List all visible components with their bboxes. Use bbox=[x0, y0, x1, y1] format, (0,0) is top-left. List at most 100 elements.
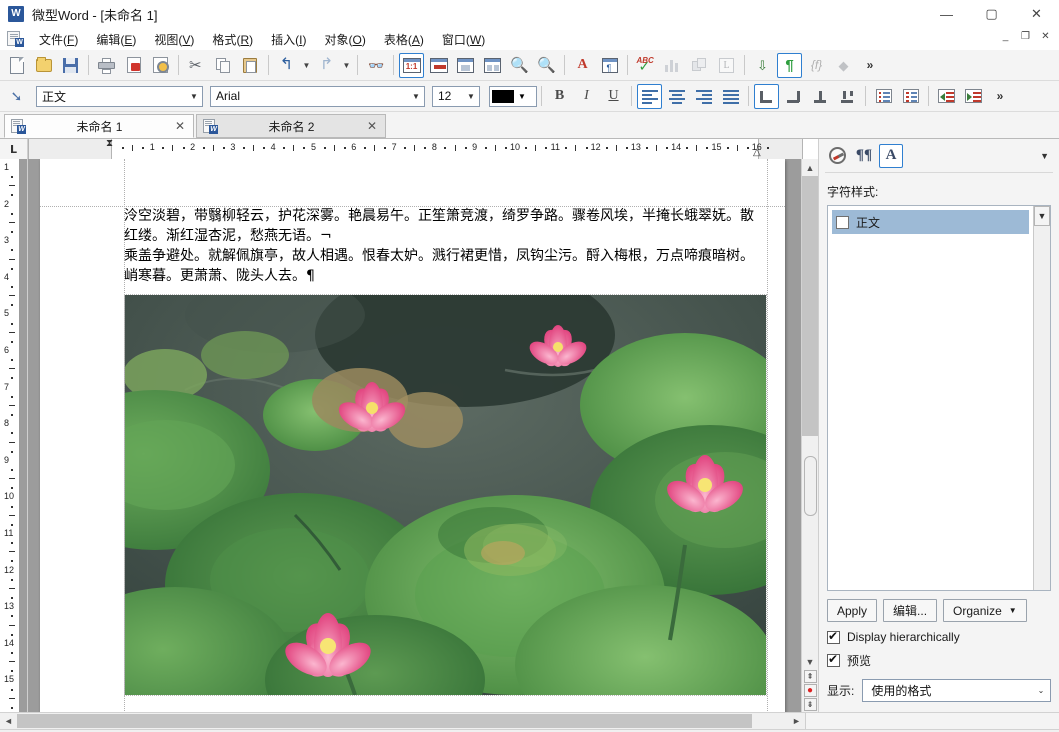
character-format-button[interactable]: A bbox=[570, 53, 595, 78]
menu-table[interactable]: 表格(A) bbox=[375, 29, 433, 50]
scrollbar-track[interactable] bbox=[801, 176, 818, 653]
horizontal-scrollbar[interactable]: ◄ ► bbox=[0, 713, 805, 729]
document-tab-2[interactable]: W 未命名 2 ✕ bbox=[196, 114, 386, 138]
select-tool-button[interactable]: ➘ bbox=[4, 84, 29, 109]
chevron-down-icon[interactable]: ▼ bbox=[514, 92, 530, 101]
navigator-button[interactable] bbox=[825, 144, 849, 168]
insert-chart-button[interactable] bbox=[660, 53, 685, 78]
insert-break-button[interactable]: ⇩ bbox=[750, 53, 775, 78]
horizontal-ruler[interactable]: 1 2 3 4 5 6 7 8 9 10 11 12 13 14 15 16 ⧗ △ bbox=[28, 139, 818, 159]
italic-button[interactable]: I bbox=[574, 84, 599, 109]
scrollbar-secondary-thumb[interactable] bbox=[803, 456, 817, 516]
mdi-minimize-button[interactable]: _ bbox=[996, 28, 1015, 45]
spellcheck-button[interactable]: ABC ✓ bbox=[633, 53, 658, 78]
font-color-button[interactable]: ▼ bbox=[489, 85, 537, 107]
styles-list-container[interactable]: 正文 ▼ bbox=[827, 205, 1051, 591]
menu-format[interactable]: 格式(R) bbox=[203, 29, 262, 50]
redo-dropdown[interactable]: ▼ bbox=[340, 53, 353, 78]
preview-checkbox[interactable] bbox=[827, 652, 840, 667]
valign-distribute-button[interactable] bbox=[835, 84, 860, 109]
valign-top-button[interactable] bbox=[754, 83, 779, 109]
scrollbar-thumb[interactable] bbox=[801, 176, 818, 436]
formatting-marks-button[interactable]: ¶ bbox=[777, 52, 802, 78]
lotus-pond-image[interactable] bbox=[124, 294, 767, 696]
paragraph-style-combo[interactable]: 正文 ▼ bbox=[36, 85, 203, 107]
align-left-button[interactable] bbox=[637, 83, 662, 109]
styles-list-dropdown-icon[interactable]: ▼ bbox=[1034, 206, 1050, 226]
new-document-button[interactable] bbox=[4, 53, 29, 78]
export-pdf-button[interactable] bbox=[121, 53, 146, 78]
text-frame-button[interactable]: L bbox=[714, 53, 739, 78]
document-tab-1[interactable]: W 未命名 1 ✕ bbox=[4, 114, 194, 138]
edit-button[interactable]: 编辑... bbox=[883, 599, 938, 622]
menu-insert[interactable]: 插入(I) bbox=[262, 29, 315, 50]
underline-button[interactable]: U bbox=[601, 84, 626, 109]
single-column-button[interactable] bbox=[453, 53, 478, 78]
close-button[interactable]: ✕ bbox=[1014, 0, 1059, 28]
styles-list-scrollbar[interactable]: ▼ bbox=[1033, 206, 1050, 590]
align-justify-button[interactable] bbox=[718, 84, 743, 109]
scroll-right-icon[interactable]: ► bbox=[788, 713, 805, 729]
display-hierarchically-checkbox[interactable] bbox=[827, 629, 840, 644]
zoom-100-button[interactable]: 1:1 bbox=[399, 52, 424, 78]
scroll-left-icon[interactable]: ◄ bbox=[0, 713, 17, 729]
zoom-percent-button[interactable]: 🔍 bbox=[534, 53, 559, 78]
print-button[interactable] bbox=[94, 53, 119, 78]
right-indent-marker[interactable]: △ bbox=[753, 147, 761, 158]
chevron-down-icon[interactable]: ⌄ bbox=[1032, 686, 1050, 695]
paste-button[interactable] bbox=[238, 53, 263, 78]
character-styles-button[interactable]: A bbox=[879, 143, 903, 168]
styles-list[interactable]: 正文 bbox=[828, 206, 1033, 590]
document-tab-2-close-icon[interactable]: ✕ bbox=[365, 119, 379, 133]
apply-button[interactable]: Apply bbox=[827, 599, 878, 622]
browse-object-button[interactable]: ● bbox=[803, 684, 817, 697]
tab-stop-selector[interactable]: L bbox=[0, 139, 28, 159]
two-column-button[interactable] bbox=[480, 53, 505, 78]
hscrollbar-track[interactable] bbox=[17, 713, 788, 729]
document-canvas[interactable]: 泠空淡碧，带翳柳轻云，护花深雾。艳晨易午。正笙箫竞渡，绮罗争路。骤卷风埃，半掩长… bbox=[28, 159, 801, 712]
align-right-button[interactable] bbox=[691, 84, 716, 109]
increase-indent-button[interactable] bbox=[961, 84, 986, 109]
print-preview-button[interactable] bbox=[148, 53, 173, 78]
document-text-body[interactable]: 泠空淡碧，带翳柳轻云，护花深雾。艳晨易午。正笙箫竞渡，绮罗争路。骤卷风埃，半掩长… bbox=[124, 206, 767, 286]
document-tab-1-close-icon[interactable]: ✕ bbox=[173, 119, 187, 133]
menu-object[interactable]: 对象(O) bbox=[315, 29, 374, 50]
undo-button[interactable]: ↰ bbox=[274, 53, 299, 78]
copy-button[interactable] bbox=[211, 53, 236, 78]
sidebar-menu-caret-icon[interactable]: ▼ bbox=[1040, 151, 1053, 161]
chevron-down-icon[interactable]: ▼ bbox=[408, 87, 424, 106]
font-name-combo[interactable]: Arial ▼ bbox=[210, 85, 425, 107]
document-page[interactable]: 泠空淡碧，带翳柳轻云，护花深雾。艳晨易午。正笙箫竞渡，绮罗争路。骤卷风埃，半掩长… bbox=[40, 159, 785, 712]
menu-file[interactable]: 文件(F) bbox=[30, 29, 87, 50]
preview-row[interactable]: 预览 bbox=[819, 648, 1059, 673]
paragraph-styles-button[interactable]: ¶¶ bbox=[852, 144, 876, 168]
mdi-restore-button[interactable]: ❐ bbox=[1016, 28, 1035, 45]
first-line-indent-marker[interactable]: ⧗ bbox=[106, 139, 113, 149]
previous-page-button[interactable]: ⇞ bbox=[803, 670, 817, 683]
undo-dropdown[interactable]: ▼ bbox=[300, 53, 313, 78]
paragraph-format-button[interactable]: ¶ bbox=[597, 53, 622, 78]
zoom-in-button[interactable]: 🔍 bbox=[507, 53, 532, 78]
chevron-down-icon[interactable]: ▼ bbox=[186, 87, 202, 106]
valign-bottom-button[interactable] bbox=[781, 84, 806, 109]
cut-button[interactable]: ✂ bbox=[184, 53, 209, 78]
chevron-down-icon[interactable]: ▼ bbox=[463, 87, 479, 106]
gallery-button[interactable] bbox=[687, 53, 712, 78]
mdi-close-button[interactable]: ✕ bbox=[1036, 28, 1055, 45]
menu-edit[interactable]: 编辑(E) bbox=[87, 29, 145, 50]
minimize-button[interactable]: — bbox=[924, 0, 969, 28]
show-filter-select[interactable]: 使用的格式 ⌄ bbox=[862, 679, 1051, 702]
numbered-list-button[interactable] bbox=[898, 84, 923, 109]
insert-object-button[interactable]: ◆ bbox=[831, 53, 856, 78]
display-hierarchically-row[interactable]: Display hierarchically bbox=[819, 626, 1059, 648]
vertical-ruler[interactable]: 1 2 3 4 5 6 7 8 9 10 11 12 13 14 15 bbox=[0, 159, 28, 712]
bullet-list-button[interactable] bbox=[871, 84, 896, 109]
document-vertical-scrollbar[interactable]: ▲ ▼ ⇞ ● ⇟ bbox=[801, 159, 818, 712]
page-frame-button[interactable] bbox=[426, 53, 451, 78]
bold-button[interactable]: B bbox=[547, 84, 572, 109]
open-file-button[interactable] bbox=[31, 53, 56, 78]
find-replace-button[interactable]: 👓 bbox=[363, 53, 388, 78]
formatting-toolbar-overflow-button[interactable]: » bbox=[991, 89, 1009, 103]
style-list-item-body-text[interactable]: 正文 bbox=[832, 210, 1029, 234]
redo-button[interactable]: ↱ bbox=[314, 53, 339, 78]
